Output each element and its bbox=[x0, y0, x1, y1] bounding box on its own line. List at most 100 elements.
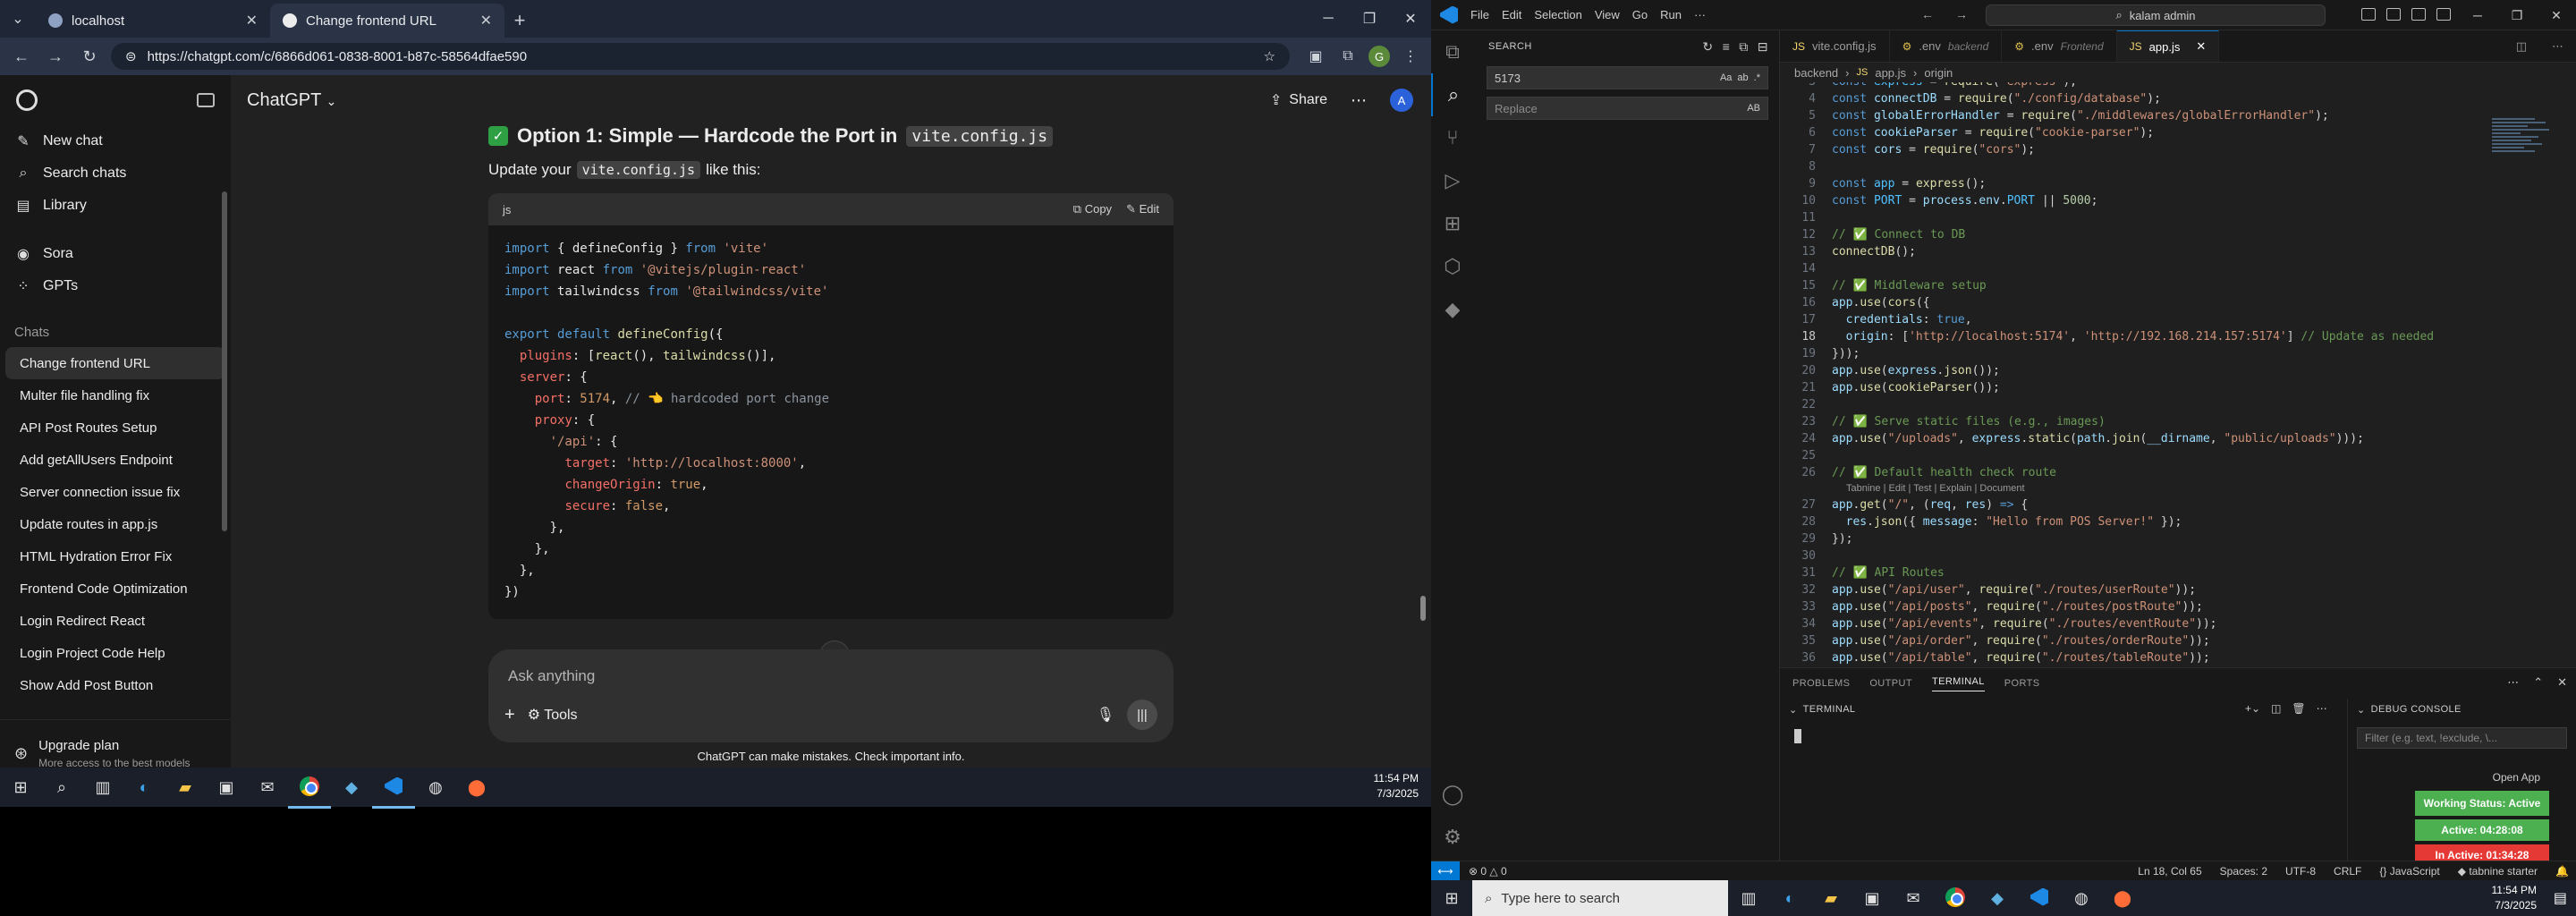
file-explorer-icon[interactable]: ▰ bbox=[1810, 878, 1852, 916]
maximize-icon[interactable]: ❐ bbox=[2497, 0, 2537, 30]
reload-icon[interactable]: ↻ bbox=[77, 44, 102, 69]
editor-tab-app-js[interactable]: JS app.js ✕ bbox=[2116, 30, 2220, 62]
remote-explorer-icon[interactable]: ⬡ bbox=[1431, 245, 1474, 288]
replace-input[interactable]: Replace AB bbox=[1487, 97, 1768, 120]
openai-logo-icon[interactable] bbox=[16, 89, 38, 111]
nav-search-chats[interactable]: ⌕ Search chats bbox=[0, 157, 231, 190]
taskbar-clock[interactable]: 11:54 PM 7/3/2025 bbox=[1374, 771, 1419, 802]
voice-mode-icon[interactable]: ||| bbox=[1127, 700, 1157, 730]
breadcrumb-item[interactable]: backend bbox=[1794, 66, 1838, 80]
more-actions-icon[interactable]: ⋯ bbox=[2317, 702, 2327, 715]
notification-center-icon[interactable]: ▤ bbox=[2554, 889, 2567, 907]
nav-sora[interactable]: ◉ Sora bbox=[0, 238, 231, 270]
copy-code-button[interactable]: ⧉ Copy bbox=[1073, 202, 1112, 216]
taskbar-search-box[interactable]: ⌕ Type here to search bbox=[1472, 880, 1728, 916]
chevron-down-icon[interactable]: ⌄ bbox=[1789, 704, 1798, 716]
edit-code-button[interactable]: ✎ Edit bbox=[1126, 202, 1159, 216]
add-attachment-icon[interactable]: + bbox=[504, 705, 515, 725]
mail-icon[interactable]: ✉ bbox=[247, 768, 288, 807]
toggle-panel-icon[interactable] bbox=[2386, 8, 2401, 21]
cursor-app-icon[interactable]: ◍ bbox=[2061, 878, 2102, 916]
go-forward-icon[interactable]: → bbox=[1955, 7, 1968, 21]
close-tab-icon[interactable]: ✕ bbox=[246, 12, 258, 30]
code-editor[interactable]: 3const express = require("express"); 4co… bbox=[1780, 82, 2576, 667]
profile-avatar[interactable]: G bbox=[1368, 46, 1390, 67]
task-view-icon[interactable]: ▥ bbox=[1728, 878, 1769, 916]
account-icon[interactable]: ◯ bbox=[1431, 773, 1474, 816]
more-options-icon[interactable]: ⋯ bbox=[1351, 91, 1367, 110]
edge-icon[interactable]: ◐ bbox=[1769, 878, 1810, 916]
collapse-all-icon[interactable]: ⊟ bbox=[1758, 39, 1768, 55]
language-mode[interactable]: {} JavaScript bbox=[2379, 865, 2439, 878]
close-tab-icon[interactable]: ✕ bbox=[2196, 39, 2206, 54]
chat-item[interactable]: Update routes in app.js bbox=[5, 508, 225, 540]
cursor-position[interactable]: Ln 18, Col 65 bbox=[2138, 865, 2201, 878]
vscode-icon[interactable] bbox=[372, 766, 415, 809]
menu-go[interactable]: Go bbox=[1632, 8, 1648, 21]
refresh-icon[interactable]: ↻ bbox=[1702, 39, 1713, 55]
command-center[interactable]: ⌕ kalam admin bbox=[1986, 4, 2326, 26]
prompt-input[interactable] bbox=[508, 662, 1045, 691]
tab-change-frontend-url[interactable]: Change frontend URL ✕ bbox=[270, 4, 504, 38]
whole-word-toggle[interactable]: ab bbox=[1737, 72, 1748, 83]
line-ending[interactable]: CRLF bbox=[2334, 865, 2361, 878]
sidebar-scrollbar[interactable] bbox=[222, 191, 227, 531]
tabnine-codelens[interactable]: Tabnine | Edit | Test | Explain | Docume… bbox=[1780, 481, 2576, 496]
bookmark-star-icon[interactable]: ☆ bbox=[1264, 48, 1275, 64]
explorer-icon[interactable]: ⧉ bbox=[1431, 30, 1474, 73]
menu-file[interactable]: File bbox=[1470, 8, 1489, 21]
extension-icon[interactable]: ▣ bbox=[1304, 45, 1327, 68]
new-tab-icon[interactable]: + bbox=[504, 4, 535, 38]
toggle-secondary-sidebar-icon[interactable] bbox=[2411, 8, 2426, 21]
site-info-icon[interactable]: ⊜ bbox=[125, 48, 137, 64]
encoding[interactable]: UTF-8 bbox=[2285, 865, 2316, 878]
store-icon[interactable]: ▣ bbox=[206, 768, 247, 807]
chat-item[interactable]: Add getAllUsers Endpoint bbox=[5, 444, 225, 476]
minimize-icon[interactable]: ─ bbox=[1308, 0, 1349, 38]
close-tab-icon[interactable]: ✕ bbox=[480, 12, 492, 30]
breadcrumb-item[interactable]: app.js bbox=[1875, 66, 1906, 80]
tab-search-icon[interactable]: ⌄ bbox=[0, 0, 36, 38]
more-actions-icon[interactable]: ⋯ bbox=[2539, 30, 2576, 62]
file-explorer-icon[interactable]: ▰ bbox=[165, 768, 206, 807]
nav-gpts[interactable]: ⁘ GPTs bbox=[0, 270, 231, 302]
mail-icon[interactable]: ✉ bbox=[1893, 878, 1934, 916]
forward-icon[interactable]: → bbox=[43, 44, 68, 69]
chat-item[interactable]: Change frontend URL bbox=[5, 347, 225, 379]
chat-item[interactable]: API Post Routes Setup bbox=[5, 411, 225, 444]
kill-terminal-icon[interactable]: 🗑 bbox=[2292, 702, 2305, 715]
search-icon[interactable]: ⌕ bbox=[1431, 73, 1474, 116]
nav-library[interactable]: ▤ Library bbox=[0, 190, 231, 222]
chat-scrollbar[interactable] bbox=[1420, 596, 1426, 621]
panel-tab-output[interactable]: OUTPUT bbox=[1869, 678, 1912, 689]
chat-item[interactable]: Login Project Code Help bbox=[5, 637, 225, 669]
split-editor-icon[interactable]: ◫ bbox=[2504, 30, 2539, 62]
chat-item[interactable]: Server connection issue fix bbox=[5, 476, 225, 508]
regex-toggle[interactable]: .* bbox=[1754, 72, 1760, 83]
toggle-sidebar-icon[interactable] bbox=[2361, 8, 2376, 21]
chevron-down-icon[interactable]: ⌄ bbox=[2357, 704, 2366, 716]
new-terminal-icon[interactable]: +⌄ bbox=[2245, 702, 2260, 715]
tabnine-icon[interactable]: ◆ bbox=[1431, 288, 1474, 331]
vscode-icon[interactable] bbox=[2018, 877, 2061, 916]
indentation[interactable]: Spaces: 2 bbox=[2220, 865, 2267, 878]
chrome-menu-icon[interactable]: ⋮ bbox=[1399, 45, 1422, 68]
store-icon[interactable]: ▣ bbox=[1852, 878, 1893, 916]
chat-item[interactable]: HTML Hydration Error Fix bbox=[5, 540, 225, 572]
source-control-icon[interactable]: ⑂ bbox=[1431, 116, 1474, 159]
split-terminal-icon[interactable]: ◫ bbox=[2271, 702, 2281, 715]
taskbar-clock[interactable]: 11:54 PM 7/3/2025 bbox=[2492, 883, 2537, 913]
address-bar[interactable]: ⊜ https://chatgpt.com/c/6866d061-0838-80… bbox=[111, 43, 1290, 70]
chat-item[interactable]: Show Add Post Button bbox=[5, 669, 225, 701]
terminal-cursor[interactable] bbox=[1794, 729, 1801, 743]
breadcrumb-item[interactable]: origin bbox=[1924, 66, 1953, 80]
panel-tab-ports[interactable]: PORTS bbox=[2004, 678, 2040, 689]
panel-tab-terminal[interactable]: TERMINAL bbox=[1931, 676, 1985, 691]
open-app-link[interactable]: Open App bbox=[2415, 768, 2549, 787]
run-debug-icon[interactable]: ▷ bbox=[1431, 159, 1474, 202]
chrome-icon[interactable] bbox=[1934, 877, 1977, 916]
chrome-icon[interactable] bbox=[288, 766, 331, 809]
clear-results-icon[interactable]: ≡ bbox=[1723, 39, 1731, 55]
more-actions-icon[interactable]: ⋯ bbox=[2507, 675, 2519, 690]
windows-start-icon[interactable]: ⊞ bbox=[0, 768, 41, 807]
